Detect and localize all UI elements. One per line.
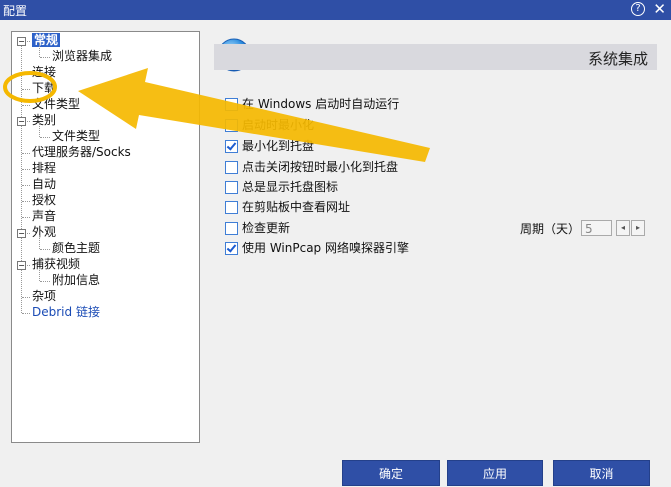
tree-item[interactable]: 代理服务器/Socks — [32, 145, 131, 160]
option-label: 最小化到托盘 — [242, 139, 315, 153]
tree-line — [22, 73, 30, 74]
period-input[interactable]: 5 — [581, 220, 612, 236]
tree-item-label: 代理服务器/Socks — [32, 145, 131, 159]
tree-item-label: 文件类型 — [52, 129, 101, 143]
title-bar: 配置 ? ✕ — [0, 0, 671, 20]
tree-expander-icon[interactable]: − — [17, 117, 26, 126]
option-checkbox[interactable] — [225, 242, 238, 255]
tree-item-label: 颜色主题 — [52, 241, 101, 255]
tree-item[interactable]: 类别 — [32, 113, 56, 128]
close-icon[interactable]: ✕ — [653, 0, 666, 18]
tree-item[interactable]: 授权 — [32, 193, 56, 208]
help-icon[interactable]: ? — [631, 2, 645, 16]
option-label: 点击关闭按钮时最小化到托盘 — [242, 160, 399, 174]
tree-item[interactable]: 常规 — [32, 33, 61, 48]
tree-line — [40, 249, 50, 250]
tree-line — [22, 89, 30, 90]
tree-line — [22, 297, 30, 298]
tree-item-label: 附加信息 — [52, 273, 101, 287]
tree-item[interactable]: 颜色主题 — [52, 241, 100, 256]
option-label: 使用 WinPcap 网络嗅探器引擎 — [242, 241, 409, 255]
option-checkbox[interactable] — [225, 222, 238, 235]
tree-item-label: 杂项 — [32, 289, 57, 303]
tree-line — [40, 57, 50, 58]
tree-line — [21, 41, 22, 313]
tree-line — [39, 267, 40, 281]
tree-item[interactable]: 杂项 — [32, 289, 56, 304]
option-label: 总是显示托盘图标 — [242, 180, 339, 194]
option-checkbox[interactable] — [225, 161, 238, 174]
tree-item[interactable]: 文件类型 — [32, 97, 80, 112]
period-label: 周期（天） — [520, 222, 581, 236]
tree-item-label: 排程 — [32, 161, 57, 175]
tree-item[interactable]: 文件类型 — [52, 129, 100, 144]
ok-button[interactable]: 确定 — [342, 460, 440, 486]
tree-expander-icon[interactable]: − — [17, 229, 26, 238]
tree-line — [22, 313, 30, 314]
tree-line — [39, 235, 40, 249]
section-title: 系统集成 — [587, 50, 648, 68]
period-increase-button[interactable]: ▸ — [631, 220, 645, 236]
period-decrease-button[interactable]: ◂ — [616, 220, 630, 236]
tree-line — [22, 105, 30, 106]
option-checkbox[interactable] — [225, 201, 238, 214]
cancel-button[interactable]: 取消 — [553, 460, 650, 486]
tree-item-label: 声音 — [32, 209, 57, 223]
tree-line — [22, 185, 30, 186]
tree-item[interactable]: 浏览器集成 — [52, 49, 112, 64]
tree-item-label: 常规 — [32, 33, 61, 47]
tree-item[interactable]: 自动 — [32, 177, 56, 192]
option-checkbox[interactable] — [225, 181, 238, 194]
tree-line — [22, 217, 30, 218]
tree-item[interactable]: 连接 — [32, 65, 56, 80]
tree-item[interactable]: Debrid 链接 — [32, 305, 100, 320]
tree-expander-icon[interactable]: − — [17, 37, 26, 46]
option-checkbox[interactable] — [225, 119, 238, 132]
option-checkbox[interactable] — [225, 140, 238, 153]
section-header: 系统集成 — [214, 44, 657, 70]
tree-item-label: 连接 — [32, 65, 57, 79]
tree-line — [39, 123, 40, 137]
tree-item[interactable]: 声音 — [32, 209, 56, 224]
tree-item[interactable]: 下载 — [32, 81, 56, 96]
tree-item[interactable]: 外观 — [32, 225, 56, 240]
tree-expander-icon[interactable]: − — [17, 261, 26, 270]
tree-line — [39, 43, 40, 57]
option-label: 启动时最小化 — [242, 118, 315, 132]
tree-line — [40, 137, 50, 138]
tree-item-label: 自动 — [32, 177, 57, 191]
tree-line — [22, 153, 30, 154]
option-label: 在 Windows 启动时自动运行 — [242, 97, 400, 111]
tree-item-label: 文件类型 — [32, 97, 81, 111]
tree-line — [22, 169, 30, 170]
tree-item-label: Debrid 链接 — [32, 305, 100, 319]
option-label: 在剪贴板中查看网址 — [242, 200, 351, 214]
tree-item[interactable]: 排程 — [32, 161, 56, 176]
option-checkbox[interactable] — [225, 98, 238, 111]
tree-line — [40, 281, 50, 282]
window-title: 配置 — [3, 4, 28, 18]
tree-item-label: 浏览器集成 — [52, 49, 113, 63]
settings-tree[interactable]: − 常规 浏览器集成 连接 下载 文件类型 − 类别 文件类型 代理服务器/Socks 排程 自动 授权… — [11, 31, 200, 443]
tree-line — [22, 201, 30, 202]
tree-item[interactable]: 附加信息 — [52, 273, 100, 288]
apply-button[interactable]: 应用 — [447, 460, 543, 486]
option-label: 检查更新 — [242, 221, 291, 235]
tree-item-label: 下载 — [32, 81, 57, 95]
tree-item-label: 授权 — [32, 193, 57, 207]
tree-item-label: 外观 — [32, 225, 57, 239]
tree-item-label: 类别 — [32, 113, 57, 127]
